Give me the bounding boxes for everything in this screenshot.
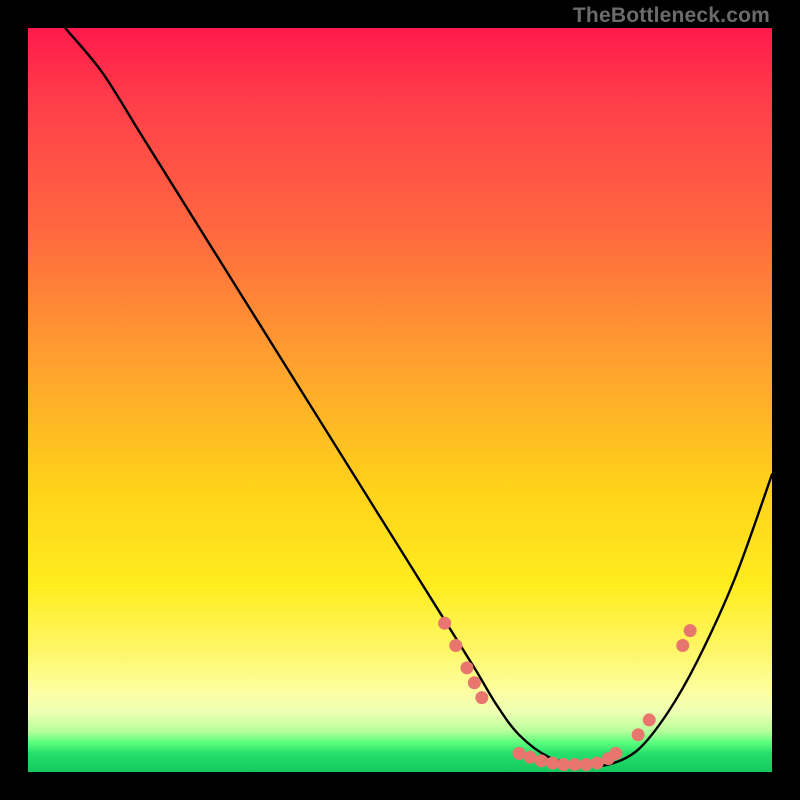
data-point — [676, 639, 689, 652]
data-point — [580, 758, 593, 771]
curve-svg — [28, 28, 772, 772]
data-point — [684, 624, 697, 637]
data-point — [468, 676, 481, 689]
data-point — [438, 617, 451, 630]
data-point — [513, 747, 526, 760]
data-points — [438, 617, 697, 771]
data-point — [557, 758, 570, 771]
data-point — [524, 751, 537, 764]
watermark-text: TheBottleneck.com — [573, 4, 770, 28]
data-point — [609, 747, 622, 760]
bottleneck-curve — [65, 28, 772, 766]
data-point — [546, 757, 559, 770]
data-point — [632, 728, 645, 741]
data-point — [535, 754, 548, 767]
data-point — [449, 639, 462, 652]
data-point — [475, 691, 488, 704]
data-point — [460, 661, 473, 674]
plot-area — [28, 28, 772, 772]
chart-frame: TheBottleneck.com — [0, 0, 800, 800]
data-point — [568, 758, 581, 771]
data-point — [643, 713, 656, 726]
data-point — [591, 757, 604, 770]
